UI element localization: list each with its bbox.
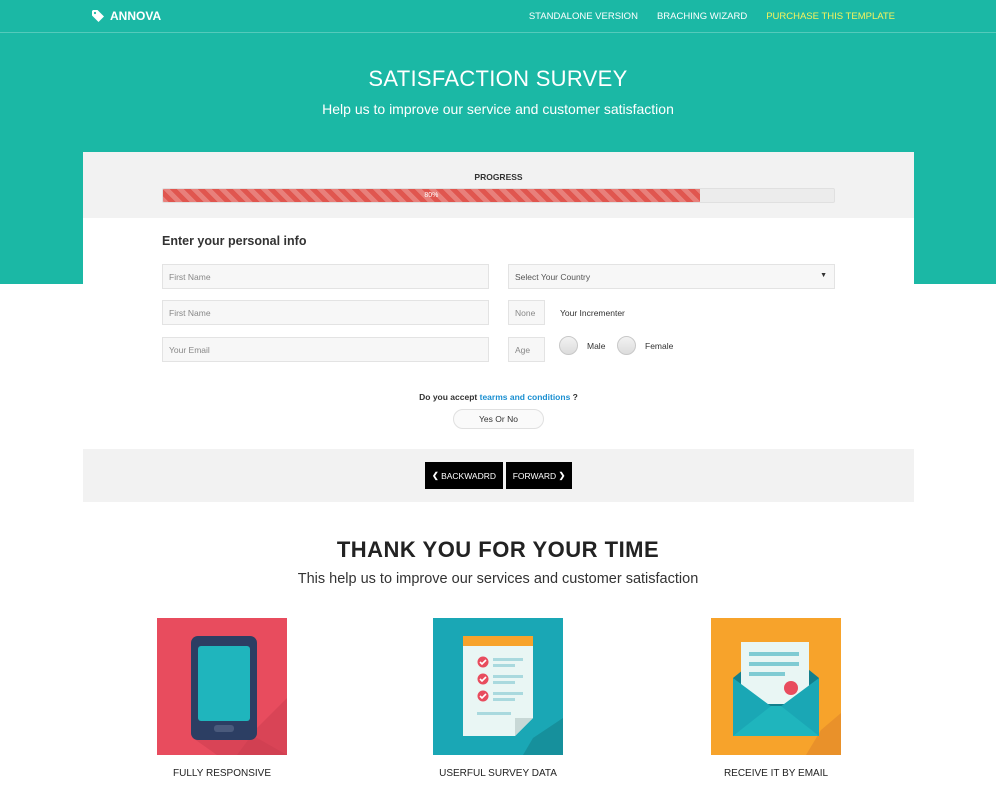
terms-question: Do you accept tearms and conditions ? (83, 392, 914, 402)
progress-section: PROGRESS 80% (83, 152, 914, 218)
brand-logo[interactable]: ANNOVA (92, 9, 161, 23)
country-select-value: Select Your Country (515, 272, 591, 282)
backward-label: BACKWADRD (441, 470, 497, 481)
incrementer-field[interactable]: None (508, 300, 545, 325)
feature-email-label: RECEIVE IT BY EMAIL (723, 768, 829, 779)
feature-survey-data-image (433, 618, 563, 755)
forward-label: FORWARD (512, 470, 557, 481)
top-navbar: ANNOVA STANDALONE VERSION BRACHING WIZAR… (0, 0, 996, 33)
feature-responsive-image (157, 618, 287, 755)
email-field[interactable] (162, 337, 489, 362)
terms-suffix: ? (572, 392, 578, 402)
feature-responsive-label: FULLY RESPONSIVE (173, 768, 271, 779)
gender-male-option[interactable]: Male (559, 336, 605, 355)
progress-fill: 80% (163, 189, 700, 202)
tag-icon (92, 10, 104, 22)
page-title: SATISFACTION SURVEY (368, 66, 628, 91)
incrementer-label: Your Incrementer (560, 308, 625, 318)
first-name-field[interactable] (162, 264, 489, 289)
progress-bar: 80% (162, 188, 835, 203)
thanks-title: THANK YOU FOR YOUR TIME (336, 537, 660, 562)
smartphone-icon (157, 618, 287, 755)
survey-card: PROGRESS 80% Enter your personal info Se… (83, 152, 914, 502)
feature-survey-data-label: USERFUL SURVEY DATA (439, 768, 557, 779)
nav-purchase-template[interactable]: PURCHASE THIS TEMPLATE (766, 11, 895, 22)
gender-female-option[interactable]: Female (617, 336, 673, 355)
caret-down-icon: ▼ (820, 272, 827, 279)
terms-prefix: Do you accept (419, 392, 478, 402)
terms-toggle[interactable]: Yes Or No (453, 409, 544, 429)
envelope-icon (711, 618, 841, 755)
male-label: Male (587, 340, 606, 351)
forward-button[interactable]: FORWARD ❯ (506, 462, 572, 489)
progress-label: PROGRESS (474, 172, 523, 182)
country-select[interactable]: Select Your Country ▼ (508, 264, 835, 289)
checklist-icon (433, 618, 563, 755)
section-title: Enter your personal info (162, 234, 307, 248)
nav-standalone-version[interactable]: STANDALONE VERSION (529, 11, 638, 22)
second-name-field[interactable] (162, 300, 489, 325)
female-radio[interactable] (617, 336, 636, 355)
chevron-right-icon: ❯ (558, 471, 566, 480)
feature-email-image (711, 618, 841, 755)
male-radio[interactable] (559, 336, 578, 355)
brand-name: ANNOVA (110, 9, 162, 23)
page-subtitle: Help us to improve our service and custo… (322, 101, 674, 117)
top-nav-links: STANDALONE VERSION BRACHING WIZARD PURCH… (529, 11, 895, 22)
female-label: Female (645, 340, 674, 351)
backward-button[interactable]: ❮ BACKWADRD (425, 462, 503, 489)
terms-link[interactable]: tearms and conditions (480, 392, 571, 402)
chevron-left-icon: ❮ (431, 471, 439, 480)
thanks-subtitle: This help us to improve our services and… (297, 571, 699, 587)
nav-branching-wizard[interactable]: BRACHING WIZARD (657, 11, 747, 22)
age-field[interactable]: Age (508, 337, 545, 362)
survey-nav-footer: ❮ BACKWADRD FORWARD ❯ (83, 449, 914, 502)
